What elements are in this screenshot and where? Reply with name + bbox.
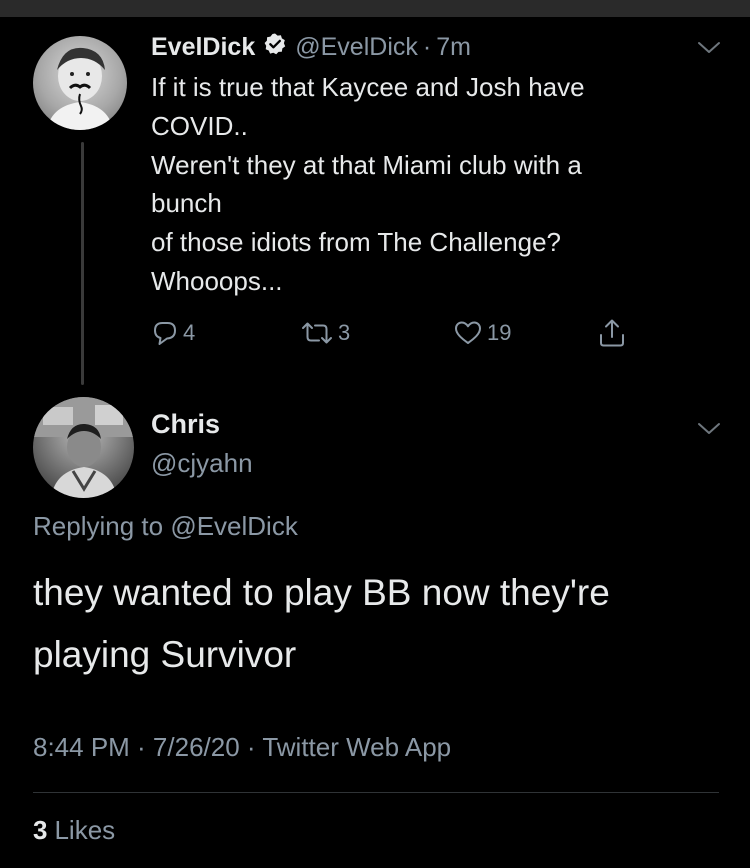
replying-to-mention[interactable]: @EvelDick — [170, 511, 298, 541]
replying-to-prefix: Replying to — [33, 511, 164, 541]
tweet-text: If it is true that Kaycee and Josh have … — [151, 68, 711, 301]
status-bar — [0, 0, 750, 17]
reply-text-line: they wanted to play BB now they're — [33, 572, 610, 613]
reply-count: 4 — [183, 320, 196, 345]
retweet-count: 3 — [338, 320, 351, 345]
separator-dot: · — [422, 32, 432, 61]
reply-text: they wanted to play BB now they're playi… — [33, 562, 723, 686]
tweet-text-line: COVID.. — [151, 110, 248, 141]
reply-button[interactable]: 4 — [151, 313, 195, 353]
tweet-text-line: bunch — [151, 188, 222, 219]
author-handle[interactable]: @EvelDick — [295, 33, 418, 62]
reply-text-line: playing Survivor — [33, 634, 297, 675]
tweet-text-line: of those idiots from The Challenge? — [151, 227, 561, 258]
heart-icon — [453, 319, 483, 347]
likes-summary[interactable]: 3 Likes — [33, 815, 115, 846]
avatar-photo-icon — [33, 397, 134, 498]
likes-count: 3 — [33, 815, 48, 845]
tweet-text-line: Whooops... — [151, 265, 283, 296]
like-button[interactable]: 19 — [453, 313, 511, 353]
tweet-text-line: Weren't they at that Miami club with a — [151, 149, 582, 180]
share-icon — [597, 317, 627, 349]
divider — [33, 792, 719, 793]
author-display-name[interactable]: EvelDick — [151, 33, 255, 62]
tweet-actions: 4 3 19 — [151, 313, 671, 353]
avatar[interactable] — [33, 397, 134, 498]
verified-badge-icon — [263, 32, 287, 63]
chevron-down-icon[interactable] — [695, 38, 723, 58]
avatar[interactable] — [33, 36, 127, 130]
share-button[interactable] — [597, 313, 627, 353]
replying-to-line: Replying to @EvelDick — [33, 511, 298, 542]
reply-author-handle[interactable]: @cjyahn — [151, 448, 253, 479]
likes-label: Likes — [54, 815, 116, 845]
reply-icon — [151, 319, 179, 347]
retweet-button[interactable]: 3 — [300, 313, 350, 353]
reply-author-display-name[interactable]: Chris — [151, 409, 220, 440]
tweet-header: EvelDick @EvelDick · 7m — [151, 31, 471, 63]
tweet-timestamp[interactable]: 7m — [436, 33, 471, 62]
like-count: 19 — [487, 320, 512, 345]
tweet-meta: 8:44 PM · 7/26/20 · Twitter Web App — [33, 732, 452, 762]
avatar-portrait-icon — [47, 47, 113, 130]
retweet-icon — [300, 319, 334, 347]
chevron-down-icon[interactable] — [695, 419, 723, 439]
tweet-text-line: If it is true that Kaycee and Josh have — [151, 72, 585, 102]
thread-connector-line — [81, 142, 84, 385]
